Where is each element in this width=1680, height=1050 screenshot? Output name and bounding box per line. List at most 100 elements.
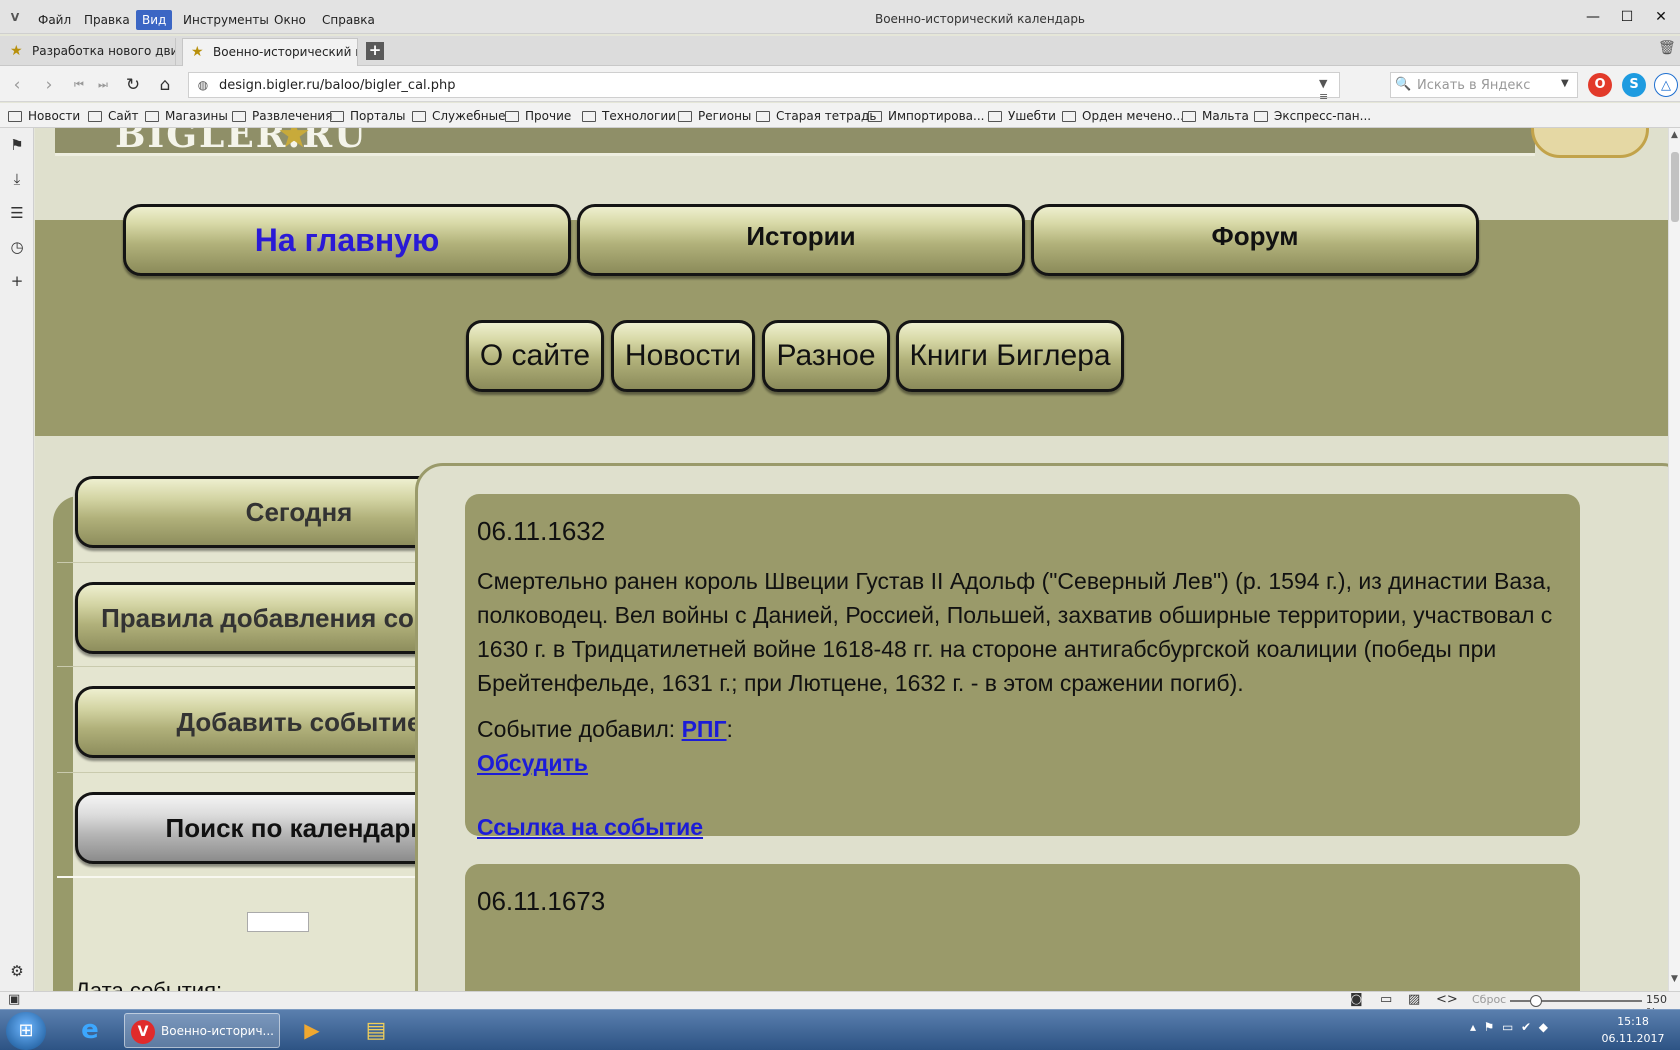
bookmark-folder[interactable]: Прочие: [505, 107, 571, 125]
nav-stories-button[interactable]: Истории: [577, 204, 1025, 276]
notes-icon[interactable]: ☰: [6, 202, 28, 224]
bookmark-folder[interactable]: Импортирова...: [868, 107, 984, 125]
bookmark-folder[interactable]: Новости: [8, 107, 80, 125]
event-date: 06.11.1632: [477, 516, 606, 546]
bookmarks-bar: Новости Сайт Магазины Развлечения Портал…: [0, 103, 1680, 128]
zoom-slider-handle[interactable]: [1530, 995, 1543, 1007]
menu-tools[interactable]: Инструменты: [177, 10, 275, 30]
nav-books-button[interactable]: Книги Биглера: [896, 320, 1124, 392]
nav-news-label: Новости: [624, 339, 742, 372]
bookmark-folder[interactable]: Ушебти: [988, 107, 1056, 125]
bookmark-folder[interactable]: Порталы: [330, 107, 405, 125]
folder-icon: [232, 111, 246, 122]
menu-help[interactable]: Справка: [316, 10, 381, 30]
new-tab-button[interactable]: +: [366, 42, 384, 60]
taskbar-window-label: Военно-историч...: [161, 1024, 274, 1038]
site-info-icon[interactable]: ◍: [195, 77, 211, 93]
scroll-thumb[interactable]: [1671, 152, 1679, 222]
forward-icon[interactable]: ›: [38, 74, 60, 96]
web-page: BIGLER.RU ★ На главную Истории Форум О с…: [35, 128, 1670, 991]
file-explorer-icon[interactable]: ▤: [356, 1013, 396, 1048]
search-engine-dropdown-icon[interactable]: ▼: [1561, 78, 1569, 89]
menu-view[interactable]: Вид: [136, 10, 173, 30]
vivaldi-icon: V: [131, 1020, 155, 1044]
close-window-button[interactable]: ✕: [1644, 5, 1678, 29]
event-permalink[interactable]: Ссылка на событие: [477, 814, 703, 840]
triangle-ext-icon[interactable]: △: [1654, 73, 1678, 97]
maximize-button[interactable]: ☐: [1610, 5, 1644, 29]
image-icon[interactable]: ▨: [1408, 992, 1420, 1007]
bookmark-folder[interactable]: Развлечения: [232, 107, 332, 125]
bookmark-folder[interactable]: Экспресс-пан...: [1254, 107, 1371, 125]
menu-file[interactable]: Файл: [32, 10, 77, 30]
bookmark-folder[interactable]: Служебные: [412, 107, 505, 125]
nav-books-label: Книги Биглера: [909, 339, 1111, 372]
bookmark-folder[interactable]: Мальта: [1182, 107, 1249, 125]
home-icon[interactable]: ⌂: [154, 74, 176, 96]
nav-about-button[interactable]: О сайте: [466, 320, 604, 392]
downloads-icon[interactable]: ⤓: [6, 168, 28, 190]
bookmark-folder[interactable]: Орден мечено...: [1062, 107, 1184, 125]
windows-taskbar: ⊞ e V Военно-историч... ▶ ▤ ▴ ⚑ ▭ ✔ ◆ 15…: [0, 1009, 1680, 1050]
clock-time[interactable]: 15:18: [1598, 1015, 1668, 1028]
system-tray[interactable]: ▴ ⚑ ▭ ✔ ◆: [1470, 1020, 1548, 1034]
scroll-up-icon[interactable]: ▲: [1671, 130, 1678, 140]
tab-engine-dev[interactable]: ★ Разработка нового движка: [2, 38, 176, 66]
add-panel-icon[interactable]: +: [6, 270, 28, 292]
media-player-icon[interactable]: ▶: [292, 1013, 332, 1048]
scroll-down-icon[interactable]: ▼: [1671, 974, 1678, 984]
menu-window[interactable]: Окно: [268, 10, 312, 30]
nav-news-button[interactable]: Новости: [611, 320, 755, 392]
vivaldi-icon[interactable]: V: [8, 11, 22, 25]
emblem-icon: [1531, 128, 1649, 158]
code-icon[interactable]: <>: [1436, 992, 1458, 1007]
tab-label: Разработка нового движка: [32, 44, 175, 58]
zoom-reset-button[interactable]: Сброс: [1472, 993, 1506, 1006]
menu-edit[interactable]: Правка: [78, 10, 136, 30]
event-card: 06.11.1673: [465, 864, 1580, 991]
bookmark-folder[interactable]: Старая тетрадь: [756, 107, 876, 125]
folder-icon: [1062, 111, 1076, 122]
skype-ext-icon[interactable]: S: [1622, 73, 1646, 97]
add-event-label: Добавить событие: [176, 707, 422, 737]
divider: [57, 666, 417, 667]
camera-icon[interactable]: ◙: [1350, 992, 1363, 1007]
start-button[interactable]: ⊞: [6, 1012, 46, 1050]
nav-forum-button[interactable]: Форум: [1031, 204, 1479, 276]
opera-ext-icon[interactable]: O: [1588, 73, 1612, 97]
rewind-icon[interactable]: ⏮: [68, 74, 90, 96]
minimize-button[interactable]: —: [1576, 5, 1610, 29]
bookmarks-panel-icon[interactable]: ⚑: [6, 134, 28, 156]
discuss-link[interactable]: Обсудить: [477, 750, 588, 776]
clock-date[interactable]: 06.11.2017: [1598, 1032, 1668, 1045]
bookmark-folder[interactable]: Регионы: [678, 107, 751, 125]
trash-icon[interactable]: 🗑: [1658, 40, 1676, 56]
tab-military-calendar[interactable]: ★ Военно-исторический кале: [182, 38, 358, 66]
bookmark-folder[interactable]: Технологии: [582, 107, 676, 125]
site-header-banner: BIGLER.RU ★: [55, 128, 1649, 158]
nav-misc-button[interactable]: Разное: [762, 320, 890, 392]
panel-toggle-icon[interactable]: ▣: [8, 992, 20, 1007]
divider: [57, 876, 417, 878]
internet-explorer-icon[interactable]: e: [70, 1013, 110, 1048]
nav-home-button[interactable]: На главную: [123, 204, 571, 276]
search-field[interactable]: 🔍 Искать в Яндекс ▼: [1390, 72, 1578, 98]
settings-gear-icon[interactable]: ⚙: [6, 960, 28, 982]
address-bar[interactable]: ◍ design.bigler.ru/baloo/bigler_cal.php …: [188, 72, 1340, 116]
event-date: 06.11.1673: [477, 886, 606, 916]
date-search-input[interactable]: [247, 912, 309, 932]
page-scrollbar[interactable]: ▲ ▼: [1668, 128, 1680, 991]
folder-icon: [145, 111, 159, 122]
bookmark-folder[interactable]: Сайт: [88, 107, 139, 125]
bookmark-folder[interactable]: Магазины: [145, 107, 228, 125]
star-logo-icon: ★: [277, 128, 312, 156]
url-text[interactable]: design.bigler.ru/baloo/bigler_cal.php: [219, 78, 456, 93]
back-icon[interactable]: ‹: [6, 74, 28, 96]
reload-icon[interactable]: ↻: [122, 74, 144, 96]
author-link[interactable]: РПГ: [682, 716, 727, 742]
fast-forward-icon[interactable]: ⏭: [92, 74, 114, 96]
folder-icon: [1254, 111, 1268, 122]
history-icon[interactable]: ◷: [6, 236, 28, 258]
tile-icon[interactable]: ▭: [1380, 992, 1392, 1007]
taskbar-vivaldi-window[interactable]: V Военно-историч...: [124, 1013, 280, 1048]
